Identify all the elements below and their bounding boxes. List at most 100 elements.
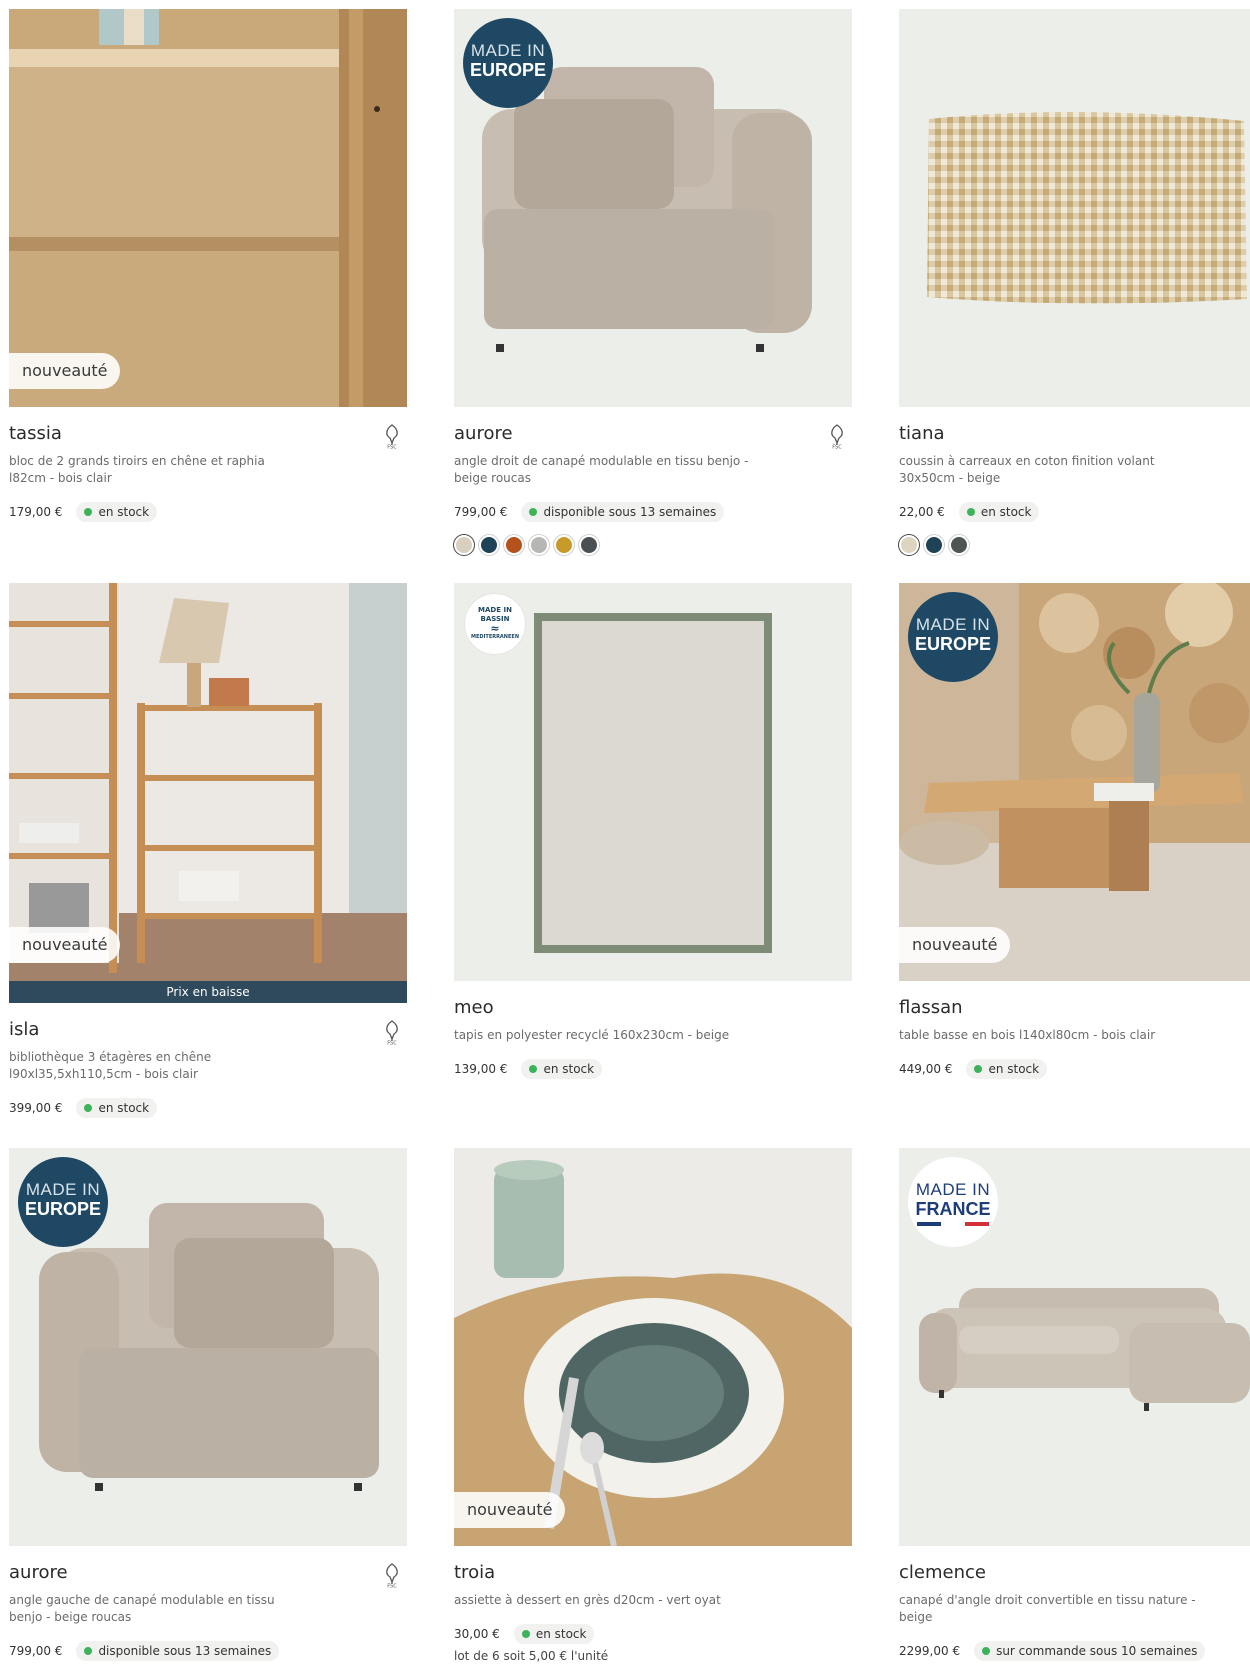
stock-dot-icon [966,508,975,516]
stock-dot-icon [529,1065,538,1073]
bassin-top-label: MADE IN [478,606,512,614]
product-description: bloc de 2 grands tiroirs en chêne et rap… [9,454,265,485]
stock-dot-icon [529,508,538,516]
product-price: 2299,00 € [899,1644,961,1658]
product-description: tapis en polyester recyclé 160x230cm - b… [454,1028,730,1042]
product-card-troia[interactable]: nouveauté troia assiette à dessert en gr… [454,1148,852,1663]
product-price: 30,00 € [454,1627,500,1641]
color-swatch[interactable] [924,535,944,555]
product-price: 449,00 € [899,1062,953,1076]
product-card-clemence[interactable]: MADE IN FRANCE clemence canapé d'angle d… [899,1148,1250,1662]
product-name[interactable]: clemence [899,1560,1250,1586]
new-badge: nouveauté [9,927,121,963]
product-name[interactable]: tassia [9,421,407,447]
svg-text:FSC: FSC [387,1041,397,1046]
stock-label: en stock [98,1101,150,1115]
made-in-europe-badge: MADE IN EUROPE [463,18,553,108]
product-image-aurore[interactable]: MADE IN EUROPE [454,9,852,407]
made-in-europe-badge: MADE IN EUROPE [908,592,998,682]
stock-label: en stock [535,1627,587,1641]
made-in-country: EUROPE [469,60,547,80]
stock-dot-icon [84,1647,93,1655]
product-grid: nouveauté tassia FSC bloc de 2 grands ti… [0,0,1250,1680]
product-description: coussin à carreaux en coton finition vol… [899,454,1155,485]
product-image-aurore[interactable]: MADE IN EUROPE [9,1148,407,1546]
product-name[interactable]: tiana [899,421,1250,447]
stock-label: en stock [980,505,1032,519]
fsc-tree-icon: FSC [831,424,843,449]
product-image-troia[interactable]: nouveauté [454,1148,852,1546]
unit-price-note: lot de 6 soit 5,00 € l'unité [454,1649,609,1663]
bassin-bottom-label: MEDITERRANEEN [471,634,519,640]
made-in-country: FRANCE [915,1199,991,1219]
product-card-aurore-droit[interactable]: MADE IN EUROPE aurore FSC angle droit de… [454,9,852,555]
new-badge: nouveauté [454,1492,566,1528]
fsc-tree-icon: FSC [386,1020,398,1046]
product-image-flassan[interactable]: MADE IN EUROPE nouveauté [899,583,1250,981]
product-image-clemence[interactable]: MADE IN FRANCE [899,1148,1250,1546]
color-swatch[interactable] [529,535,549,555]
stock-label: disponible sous 13 semaines [543,505,717,519]
made-in-france-badge: MADE IN FRANCE [908,1157,998,1247]
product-image-tiana[interactable] [899,9,1250,407]
color-swatch[interactable] [899,535,919,555]
color-swatch[interactable] [554,535,574,555]
new-badge: nouveauté [9,353,121,389]
stock-status-badge: disponible sous 13 semaines [521,502,725,522]
made-in-country: EUROPE [24,1199,102,1219]
stock-dot-icon [974,1065,983,1073]
product-price: 799,00 € [9,1644,63,1658]
color-swatches [454,535,852,555]
product-name[interactable]: flassan [899,995,1250,1021]
stock-dot-icon [84,1104,93,1112]
product-image-meo[interactable]: MADE IN BASSIN ≈ MEDITERRANEEN [454,583,852,981]
product-name[interactable]: troia [454,1560,852,1586]
product-image-tassia[interactable]: nouveauté [9,9,407,407]
made-in-label: MADE IN [915,615,991,634]
product-name[interactable]: aurore [9,1560,407,1586]
product-description: angle droit de canapé modulable en tissu… [454,454,749,485]
product-price: 399,00 € [9,1101,63,1115]
stock-dot-icon [982,1647,991,1655]
waves-icon: ≈ [490,622,500,635]
product-card-aurore-gauche[interactable]: MADE IN EUROPE aurore FSC angle gauche d… [9,1148,407,1662]
stock-status-badge: en stock [966,1059,1048,1079]
stock-status-badge: en stock [521,1059,603,1079]
stock-dot-icon [521,1630,530,1638]
color-swatch[interactable] [504,535,524,555]
fsc-tree-icon: FSC [386,1563,398,1589]
stock-status-badge: en stock [958,502,1040,522]
product-image-isla[interactable]: nouveauté [9,583,407,981]
product-name[interactable]: aurore [454,421,852,447]
product-card-flassan[interactable]: MADE IN EUROPE nouveauté flassan table b… [899,583,1250,1080]
made-in-label: MADE IN [25,1180,101,1199]
color-swatch[interactable] [949,535,969,555]
color-swatch[interactable] [579,535,599,555]
product-price: 22,00 € [899,505,945,519]
product-description: table basse en bois l140xl80cm - bois cl… [899,1028,1156,1042]
svg-text:FSC: FSC [387,1584,397,1589]
stock-label: en stock [543,1062,595,1076]
stock-label: en stock [98,505,150,519]
product-description: bibliothèque 3 étagères en chêne l90xl35… [9,1050,212,1081]
made-in-country: EUROPE [914,634,992,654]
stock-status-badge: disponible sous 13 semaines [76,1641,280,1661]
product-price: 799,00 € [454,505,508,519]
stock-status-badge: en stock [513,1624,595,1644]
made-in-label: MADE IN [470,41,546,60]
color-swatch[interactable] [479,535,499,555]
product-card-tassia[interactable]: nouveauté tassia FSC bloc de 2 grands ti… [9,9,407,523]
product-name[interactable]: isla [9,1017,407,1043]
product-card-isla[interactable]: nouveauté Prix en baisse isla FSC biblio… [9,583,407,1119]
stock-label: disponible sous 13 semaines [98,1644,272,1658]
stock-dot-icon [84,508,93,516]
product-card-tiana[interactable]: tiana coussin à carreaux en coton finiti… [899,9,1250,555]
stock-label: sur commande sous 10 semaines [996,1644,1198,1658]
product-description: angle gauche de canapé modulable en tiss… [9,1593,275,1624]
color-swatch[interactable] [454,535,474,555]
product-name[interactable]: meo [454,995,852,1021]
stock-status-badge: en stock [76,1098,158,1118]
product-price: 179,00 € [9,505,63,519]
color-swatches [899,535,1250,555]
product-card-meo[interactable]: MADE IN BASSIN ≈ MEDITERRANEEN meo tapis… [454,583,852,1080]
